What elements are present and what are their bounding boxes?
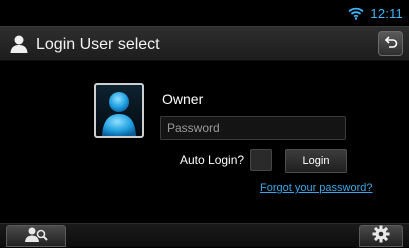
page-title: Login User select xyxy=(36,36,160,53)
status-indicators: 12:11 xyxy=(348,5,403,21)
auto-login-label: Auto Login? xyxy=(180,153,245,167)
settings-button[interactable] xyxy=(359,225,403,247)
user-avatar[interactable] xyxy=(94,83,144,138)
title-bar: Login User select xyxy=(0,26,409,61)
user-search-button[interactable] xyxy=(6,225,66,247)
auto-login-checkbox[interactable] xyxy=(250,149,272,171)
back-arrow-icon xyxy=(384,35,398,53)
login-button[interactable]: Login xyxy=(285,149,347,173)
wifi-icon xyxy=(348,7,365,20)
user-search-icon xyxy=(24,226,48,247)
status-bar: 12:11 xyxy=(0,0,409,26)
forgot-password-link[interactable]: Forgot your password? xyxy=(260,182,373,194)
user-avatar-icon xyxy=(96,85,142,136)
clock: 12:11 xyxy=(370,5,403,21)
password-input[interactable] xyxy=(160,116,346,140)
back-button[interactable] xyxy=(378,31,403,56)
user-icon xyxy=(9,34,29,59)
login-panel: Owner Auto Login? Login Forgot your pass… xyxy=(0,61,409,223)
gear-icon xyxy=(372,225,390,248)
user-name: Owner xyxy=(162,91,204,107)
